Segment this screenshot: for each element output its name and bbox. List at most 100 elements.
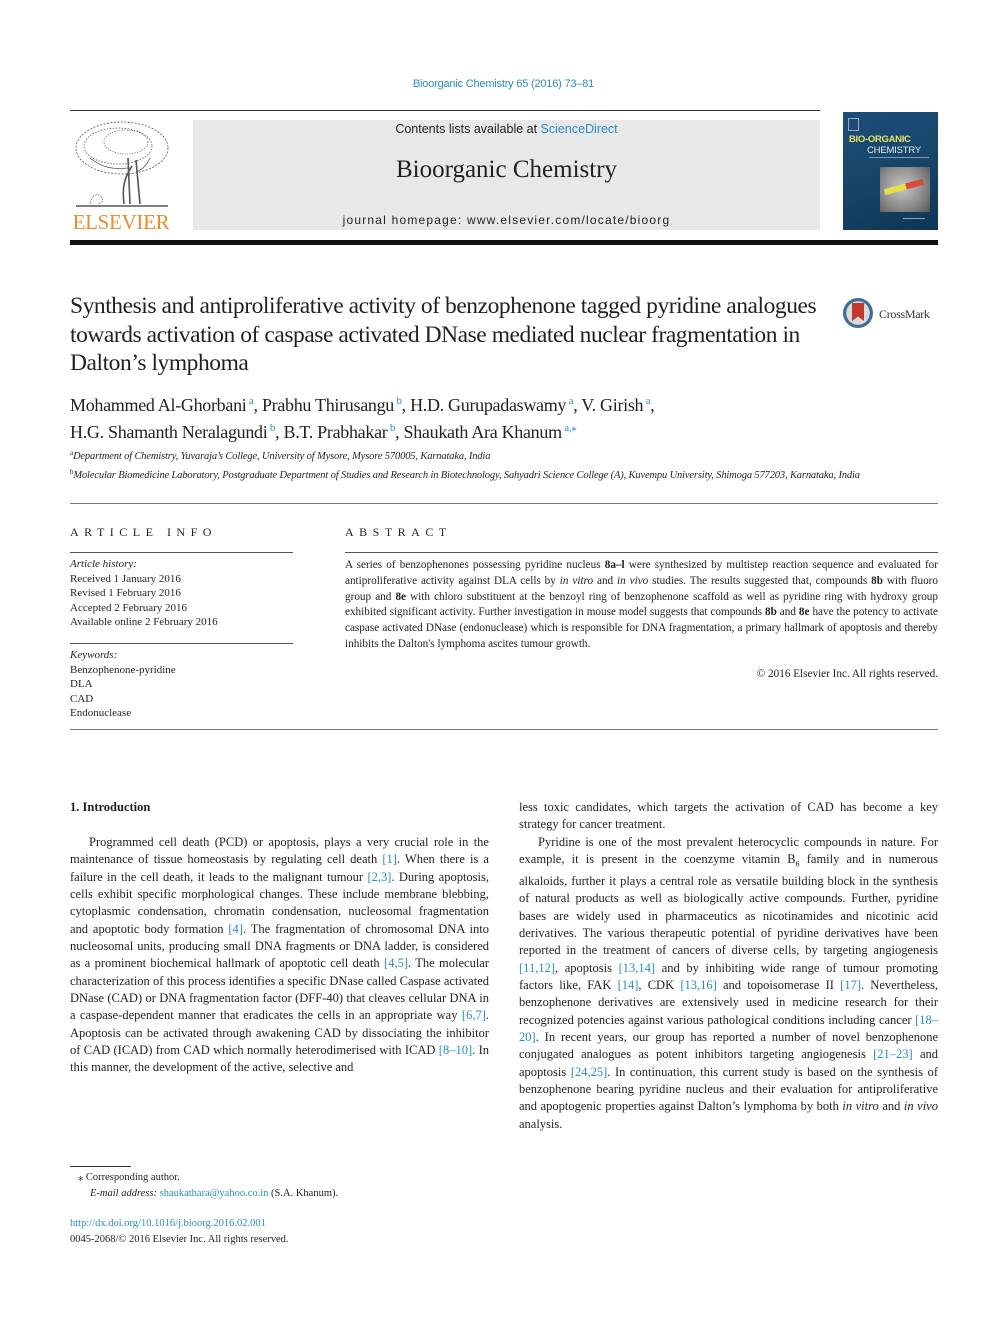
journal-cover-image[interactable]: BIO-ORGANIC CHEMISTRY bbox=[843, 112, 938, 230]
elsevier-logo-text: ELSEVIER bbox=[72, 210, 170, 234]
affiliation-item: bMolecular Biomedicine Laboratory, Postg… bbox=[70, 465, 938, 484]
history-online: Available online 2 February 2016 bbox=[70, 616, 218, 628]
cover-title-line2: CHEMISTRY bbox=[867, 145, 921, 156]
keywords: Keywords: Benzophenone-pyridine DLA CAD … bbox=[70, 648, 300, 721]
footnote-rule bbox=[70, 1166, 131, 1167]
citation-link[interactable]: [14] bbox=[618, 978, 639, 992]
citation-link[interactable]: [8–10] bbox=[439, 1043, 472, 1057]
crossmark-label: CrossMark bbox=[879, 307, 930, 321]
citation-link[interactable]: [4,5] bbox=[384, 956, 408, 970]
affiliations: aDepartment of Chemistry, Yuvaraja’s Col… bbox=[70, 446, 938, 483]
corresponding-mark: ⁎ bbox=[78, 1172, 84, 1183]
author-affiliation-mark[interactable]: b bbox=[394, 395, 402, 407]
text-run: , apoptosis bbox=[555, 960, 619, 975]
text-run: analysis. bbox=[519, 1116, 563, 1131]
abstract-copyright: © 2016 Elsevier Inc. All rights reserved… bbox=[756, 668, 938, 680]
text-run: less toxic candidates, which targets the… bbox=[519, 800, 938, 832]
author-separator: , bbox=[401, 395, 411, 415]
text-run: family and in numerous alkaloids, furthe… bbox=[519, 852, 939, 958]
citation-link[interactable]: [24,25] bbox=[571, 1065, 607, 1079]
article-info-heading: ARTICLE INFO bbox=[70, 525, 217, 539]
citation-link[interactable]: [2,3] bbox=[367, 870, 391, 884]
keywords-rule bbox=[70, 643, 293, 644]
author-affiliation-mark[interactable]: b bbox=[267, 422, 276, 434]
compound-label: 8e bbox=[395, 590, 406, 603]
citation-link[interactable]: [1] bbox=[382, 852, 397, 866]
contents-prefix: Contents lists available at bbox=[395, 122, 541, 136]
citation-link[interactable]: [13,14] bbox=[619, 961, 655, 975]
journal-citation-link[interactable]: Bioorganic Chemistry 65 (2016) 73–81 bbox=[0, 78, 992, 90]
compound-label: 8b bbox=[871, 574, 883, 587]
citation-link[interactable]: [17] bbox=[840, 978, 861, 992]
author-name[interactable]: V. Girish bbox=[581, 395, 643, 415]
compound-label: 8e bbox=[798, 606, 810, 619]
italic-text: in vitro bbox=[559, 574, 594, 587]
author-separator: , bbox=[395, 422, 404, 442]
cover-title-line1: BIO-ORGANIC bbox=[849, 134, 911, 145]
section-heading-introduction: 1. Introduction bbox=[70, 800, 151, 814]
text-run: and bbox=[776, 606, 799, 619]
text-run: and bbox=[878, 1099, 904, 1114]
journal-name: Bioorganic Chemistry bbox=[395, 156, 618, 183]
homepage-prefix: journal homepage: bbox=[342, 213, 467, 227]
italic-text: in vitro bbox=[842, 1099, 879, 1114]
keyword-item: Benzophenone-pyridine bbox=[70, 663, 176, 676]
abstract-rule bbox=[345, 552, 938, 553]
compound-label: 8a–l bbox=[604, 559, 625, 571]
issn-copyright: 0045-2068/© 2016 Elsevier Inc. All right… bbox=[70, 1233, 289, 1245]
author-name[interactable]: Prabhu Thirusangu bbox=[262, 395, 394, 415]
email-suffix: (S.A. Khanum). bbox=[268, 1187, 339, 1199]
author-name[interactable]: H.D. Gurupadaswamy bbox=[410, 395, 566, 415]
author-affiliation-mark[interactable]: b bbox=[387, 422, 396, 434]
body-column-right: less toxic candidates, which targets the… bbox=[519, 799, 938, 1133]
header-rule bbox=[70, 110, 820, 111]
crossmark-button[interactable]: CrossMark bbox=[843, 298, 943, 334]
text-run: and bbox=[593, 574, 618, 587]
affiliations-rule bbox=[70, 503, 938, 504]
text-run: A series of benzophenones possessing pyr… bbox=[345, 559, 605, 571]
history-label: Article history: bbox=[70, 558, 137, 570]
body-column-left: Programmed cell death (PCD) or apoptosis… bbox=[70, 834, 489, 1077]
journal-homepage: journal homepage: www.elsevier.com/locat… bbox=[193, 213, 820, 227]
citation-link[interactable]: [6,7] bbox=[462, 1008, 486, 1022]
abstract-heading: ABSTRACT bbox=[345, 525, 452, 539]
author-name[interactable]: Mohammed Al-Ghorbani bbox=[70, 395, 247, 415]
author-affiliation-mark[interactable]: a,⁎ bbox=[562, 422, 577, 434]
cover-publisher-mark-icon bbox=[848, 118, 859, 131]
header-thick-rule bbox=[70, 240, 938, 245]
body-paragraph: less toxic candidates, which targets the… bbox=[519, 799, 938, 834]
cover-footer-line bbox=[903, 218, 925, 219]
citation-link[interactable]: [21–23] bbox=[873, 1047, 913, 1061]
contents-line: Contents lists available at ScienceDirec… bbox=[193, 122, 820, 136]
sciencedirect-link[interactable]: ScienceDirect bbox=[541, 122, 618, 136]
keywords-label: Keywords: bbox=[70, 649, 118, 661]
cover-divider bbox=[869, 157, 929, 158]
homepage-url-link[interactable]: www.elsevier.com/locate/bioorg bbox=[467, 213, 670, 227]
author-separator: , bbox=[650, 395, 655, 415]
author-name[interactable]: B.T. Prabhakar bbox=[284, 422, 388, 442]
email-link[interactable]: shaukathara@yahoo.co.in bbox=[160, 1188, 269, 1199]
text-run: studies. The results suggested that, com… bbox=[648, 574, 872, 587]
author-separator: , bbox=[253, 395, 262, 415]
body-paragraph: Pyridine is one of the most prevalent he… bbox=[519, 834, 938, 1133]
journal-banner: Contents lists available at ScienceDirec… bbox=[193, 120, 820, 230]
italic-text: in vivo bbox=[617, 574, 649, 587]
author-name[interactable]: H.G. Shamanth Neralagundi bbox=[70, 422, 268, 442]
author-list: Mohammed Al-Ghorbani a, Prabhu Thirusang… bbox=[70, 390, 940, 444]
abstract-text: A series of benzophenones possessing pyr… bbox=[345, 558, 938, 653]
doi-block: http://dx.doi.org/10.1016/j.bioorg.2016.… bbox=[70, 1216, 289, 1247]
author-affiliation-mark[interactable]: a bbox=[246, 395, 254, 407]
keyword-item: CAD bbox=[70, 692, 94, 705]
affiliation-text: Molecular Biomedicine Laboratory, Postgr… bbox=[73, 469, 860, 481]
citation-link[interactable]: [11,12] bbox=[519, 961, 555, 975]
citation-link[interactable]: [4] bbox=[228, 922, 243, 936]
front-matter-rule bbox=[70, 729, 938, 730]
text-run: and topoisomerase II bbox=[716, 977, 841, 992]
citation-link[interactable]: [13,16] bbox=[680, 978, 716, 992]
article-history: Article history: Received 1 January 2016… bbox=[70, 557, 300, 630]
affiliation-item: aDepartment of Chemistry, Yuvaraja’s Col… bbox=[70, 446, 938, 465]
text-run: , CDK bbox=[638, 977, 681, 992]
keyword-item: DLA bbox=[70, 678, 93, 690]
author-name[interactable]: Shaukath Ara Khanum bbox=[404, 422, 563, 442]
doi-link[interactable]: http://dx.doi.org/10.1016/j.bioorg.2016.… bbox=[70, 1218, 266, 1229]
